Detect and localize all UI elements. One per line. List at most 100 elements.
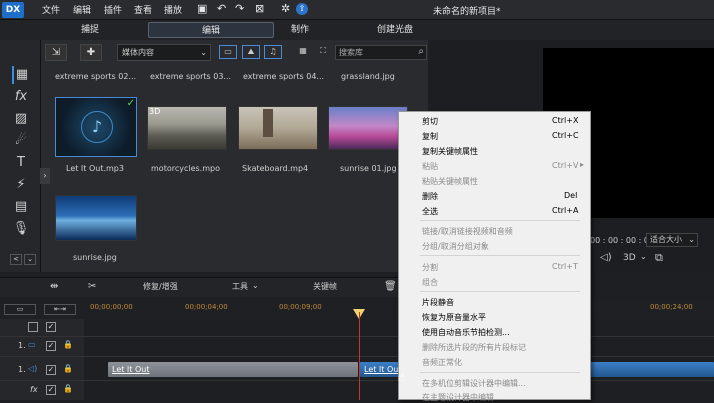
tab-create-disc[interactable]: 创建光盘 xyxy=(360,22,430,38)
menu-view[interactable]: 查看 xyxy=(134,3,152,16)
shortcut: Ctrl+A xyxy=(552,206,579,215)
tab-capture[interactable]: 捕捉 xyxy=(55,22,125,38)
chevron-down-icon[interactable]: ⌄ xyxy=(640,252,647,261)
lock-icon[interactable]: 🔒 xyxy=(63,384,73,393)
media-content-dropdown[interactable]: 媒体内容 ⌄ xyxy=(117,44,211,61)
media-item-sunrise-01[interactable] xyxy=(328,106,408,150)
undo-icon[interactable]: ↶ xyxy=(217,2,226,15)
gear-icon[interactable]: ✲ xyxy=(281,2,290,15)
media-item-skateboard[interactable] xyxy=(238,106,318,150)
storyboard-view-icon[interactable]: ▭ xyxy=(4,304,36,315)
voice-over-icon[interactable]: 🎙 xyxy=(12,220,30,238)
split-track-icon[interactable]: ⇹ xyxy=(50,281,58,292)
plugins-button[interactable]: ✚ xyxy=(80,44,102,61)
track-select-checkbox[interactable] xyxy=(28,322,38,332)
menu-item-group-ungroup[interactable]: 分组/取消分组对象 xyxy=(422,241,489,252)
link-icon[interactable]: ⊠ xyxy=(255,2,264,15)
shortcut: Ctrl+C xyxy=(552,131,579,140)
filter-video-button[interactable]: ▭ xyxy=(219,45,237,59)
pip-room-icon[interactable]: ▨ xyxy=(12,110,30,128)
media-item-caption: Skateboard.mp4 xyxy=(242,164,309,173)
fx-track-label: fx xyxy=(30,385,38,394)
title-room-icon[interactable]: T xyxy=(12,154,30,172)
menu-item-delete[interactable]: 删除 xyxy=(422,191,438,202)
chevron-right-icon[interactable]: › xyxy=(40,168,50,184)
tab-produce[interactable]: 制作 xyxy=(265,22,335,38)
checkmark-icon: ✓ xyxy=(126,98,135,109)
menu-item-theme-designer[interactable]: 在主题设计器中编辑... xyxy=(422,392,502,403)
menu-item-normalize-audio[interactable]: 音频正常化 xyxy=(422,357,462,368)
menu-item-copy-keyframe[interactable]: 复制关键帧属性 xyxy=(422,146,478,157)
menu-item-mute-clip[interactable]: 片段静音 xyxy=(422,297,454,308)
track-enable-checkbox[interactable]: ✓ xyxy=(46,365,56,375)
menu-plugins[interactable]: 插件 xyxy=(104,3,122,16)
menu-item-select-all[interactable]: 全选 xyxy=(422,206,438,217)
media-room-icon[interactable]: ▦ xyxy=(12,66,30,84)
menu-edit[interactable]: 编辑 xyxy=(73,3,91,16)
media-item-caption: extreme sports 03... xyxy=(150,72,232,81)
scissors-icon[interactable]: ✂ xyxy=(88,281,96,292)
media-item-caption: extreme sports 02... xyxy=(55,72,137,81)
fix-enhance-button[interactable]: 修复/增强 xyxy=(143,281,178,292)
lock-icon[interactable]: 🔒 xyxy=(63,364,73,373)
search-icon: ⌕ xyxy=(418,46,424,57)
media-item-sunrise[interactable] xyxy=(55,195,137,241)
app-logo-icon: DX xyxy=(2,2,24,18)
menu-item-split[interactable]: 分割 xyxy=(422,262,438,273)
menu-play[interactable]: 播放 xyxy=(164,3,182,16)
audio-clip[interactable]: Let It Out xyxy=(108,362,358,377)
tab-edit[interactable]: 编辑 xyxy=(148,22,274,38)
transition-room-icon[interactable]: ⚡ xyxy=(12,176,30,194)
search-placeholder: 搜索库 xyxy=(339,48,363,57)
lock-icon[interactable]: 🔒 xyxy=(63,340,73,349)
shortcut: Del xyxy=(564,191,578,200)
menu-item-cut[interactable]: 剪切 xyxy=(422,116,438,127)
save-icon[interactable]: ▣ xyxy=(197,2,207,15)
3d-mode-button[interactable]: 3D xyxy=(623,253,636,263)
particle-room-icon[interactable]: ☄ xyxy=(12,132,30,150)
track-enable-checkbox[interactable]: ✓ xyxy=(46,385,56,395)
expand-view-icon[interactable]: ⛶ xyxy=(314,45,332,59)
menu-item-paste-keyframe[interactable]: 粘贴关键帧属性 xyxy=(422,176,478,187)
menu-item-combine[interactable]: 组合 xyxy=(422,277,438,288)
media-item-caption: sunrise.jpg xyxy=(73,253,117,262)
menu-item-restore-volume[interactable]: 恢复为原音量水平 xyxy=(422,312,486,323)
menu-item-remove-markers[interactable]: 删除所选片段的所有片段标记 xyxy=(422,342,526,353)
grid-view-icon[interactable]: ▦ xyxy=(294,45,312,59)
chevron-down-icon[interactable]: ⌄ xyxy=(24,254,36,265)
keyframe-button[interactable]: 关键帧 xyxy=(313,281,337,292)
media-item-caption: grassland.jpg xyxy=(341,72,395,81)
chevron-down-icon[interactable]: ⌄ xyxy=(252,281,259,290)
chevron-left-icon[interactable]: < xyxy=(10,254,22,265)
fit-size-dropdown[interactable]: 适合大小 ⌄ xyxy=(646,233,698,247)
volume-icon[interactable]: ◁) xyxy=(600,252,612,263)
undock-icon[interactable]: ⧉ xyxy=(655,251,663,265)
upgrade-icon[interactable]: ⇧ xyxy=(296,3,308,15)
menu-file[interactable]: 文件 xyxy=(42,3,60,16)
audio-mixing-room-icon[interactable]: ▤ xyxy=(12,198,30,216)
menu-separator xyxy=(420,291,580,292)
tools-button[interactable]: 工具 xyxy=(232,281,248,292)
menu-item-copy[interactable]: 复制 xyxy=(422,131,438,142)
ruler-tick: 00;00;24;00 xyxy=(650,303,693,311)
track-enable-checkbox[interactable]: ✓ xyxy=(46,341,56,351)
media-item-let-it-out[interactable]: ♪ ✓ xyxy=(55,97,137,157)
redo-icon[interactable]: ↷ xyxy=(235,2,244,15)
filter-audio-button[interactable]: ♫ xyxy=(264,45,282,59)
trash-icon[interactable]: 🗑 xyxy=(384,281,397,292)
track-enable-checkbox[interactable]: ✓ xyxy=(46,322,56,332)
search-input[interactable]: 搜索库 ⌕ xyxy=(335,45,427,60)
menu-item-multicam-edit[interactable]: 在多机位剪辑设计器中编辑... xyxy=(422,378,526,389)
fx-room-icon[interactable]: fx xyxy=(12,88,30,106)
timeline-view-icon[interactable]: ⇤⇥ xyxy=(44,304,76,315)
media-item-motorcycles[interactable]: 3D xyxy=(147,106,227,150)
chevron-down-icon: ⌄ xyxy=(688,235,695,244)
playhead-line xyxy=(359,312,360,400)
filter-image-button[interactable]: ⛰ xyxy=(242,45,260,59)
menu-item-paste[interactable]: 粘贴 xyxy=(422,161,438,172)
shortcut: Ctrl+X xyxy=(552,116,579,125)
menu-item-beat-detection[interactable]: 使用自动音乐节拍检测... xyxy=(422,327,510,338)
menu-item-link-unlink[interactable]: 链接/取消链接视频和音频 xyxy=(422,226,513,237)
ruler-tick: 00;00;04;00 xyxy=(185,303,228,311)
import-media-button[interactable]: ⇲ xyxy=(45,44,67,61)
